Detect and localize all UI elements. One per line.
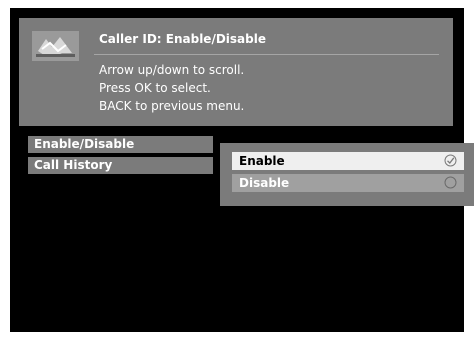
option-enable[interactable]: Enable [232, 152, 464, 170]
tv-screen: Caller ID: Enable/Disable Arrow up/down … [10, 8, 474, 332]
header-panel: Caller ID: Enable/Disable Arrow up/down … [19, 18, 453, 126]
empty-circle-icon [444, 176, 457, 189]
menu-item-call-history[interactable]: Call History [28, 157, 213, 174]
options-panel: Enable Disable [220, 143, 474, 206]
help-text: Arrow up/down to scroll. Press OK to sel… [99, 61, 244, 115]
option-label: Disable [239, 176, 290, 190]
menu-item-enable-disable[interactable]: Enable/Disable [28, 136, 213, 153]
page-title: Caller ID: Enable/Disable [99, 32, 266, 46]
header-divider [94, 54, 439, 55]
help-line: BACK to previous menu. [99, 99, 245, 113]
help-line: Press OK to select. [99, 81, 211, 95]
option-label: Enable [239, 154, 285, 168]
help-line: Arrow up/down to scroll. [99, 63, 245, 77]
checkmark-circle-icon [444, 154, 457, 167]
option-disable[interactable]: Disable [232, 174, 464, 192]
caller-id-icon [32, 31, 79, 61]
